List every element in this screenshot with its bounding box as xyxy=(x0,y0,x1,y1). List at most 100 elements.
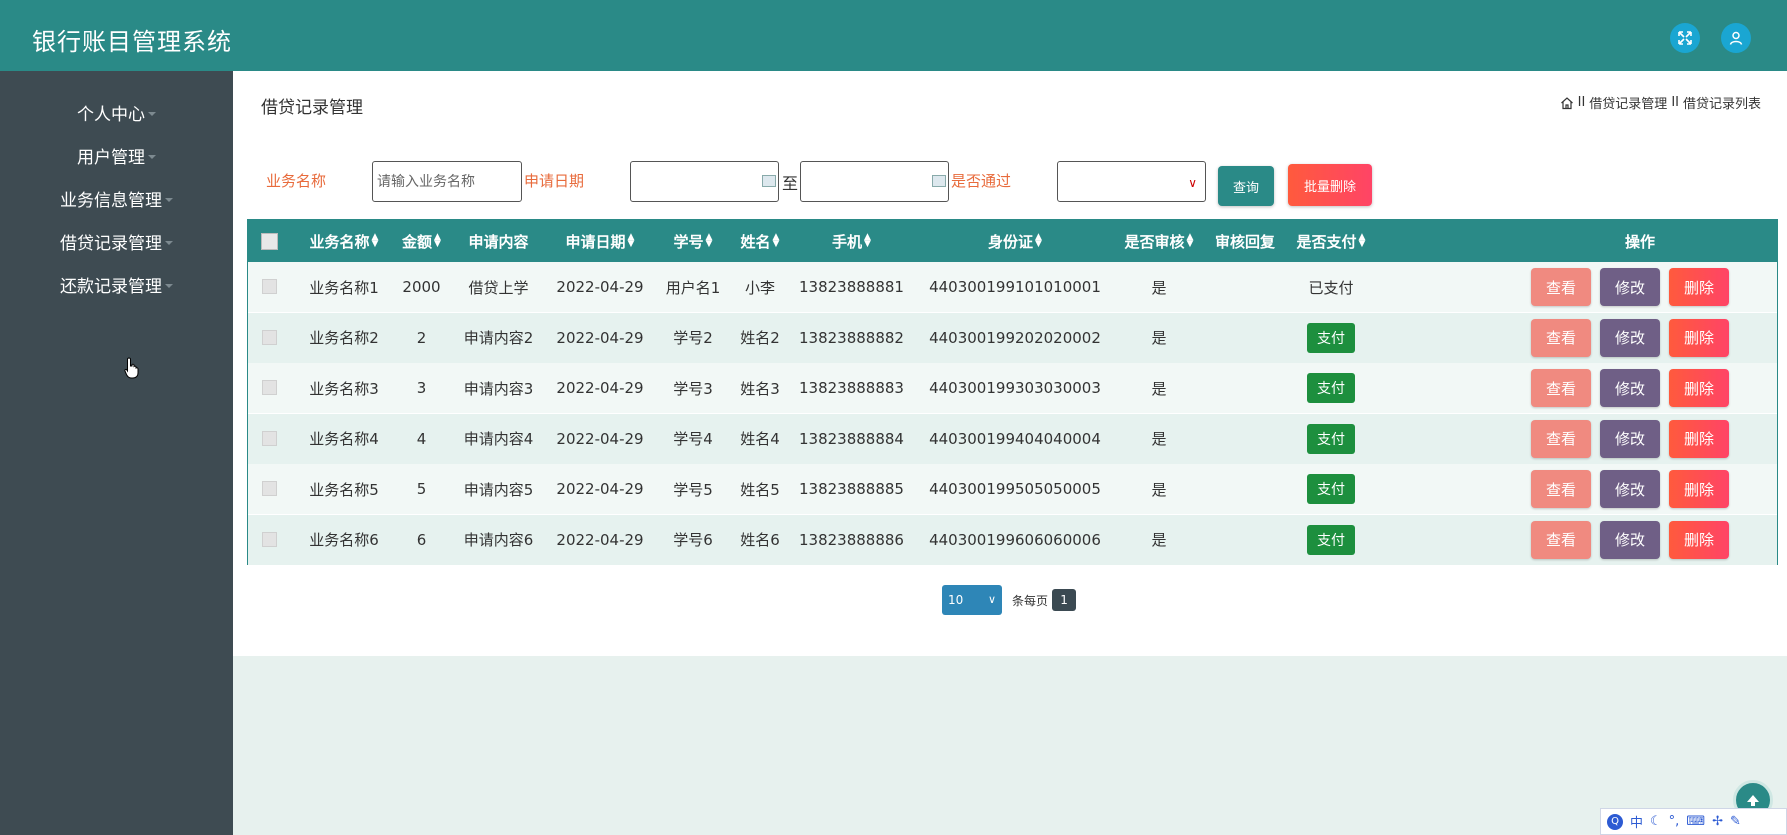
column-header-paid[interactable]: 是否支付 ▲ ▼ xyxy=(1288,220,1374,262)
user-menu-button[interactable] xyxy=(1721,23,1751,53)
sort-icon: ▲ ▼ xyxy=(627,232,635,249)
breadcrumb-item-loan-list[interactable]: 借贷记录列表 xyxy=(1683,93,1761,112)
breadcrumb-item-loan-management[interactable]: 借贷记录管理 xyxy=(1589,93,1667,112)
sort-icon: ▲ ▼ xyxy=(705,232,713,249)
calendar-icon xyxy=(932,175,946,187)
edit-button[interactable]: 修改 xyxy=(1600,419,1660,458)
column-header-reviewed[interactable]: 是否审核 ▲ ▼ xyxy=(1116,220,1202,262)
cell-business-name: 业务名称5 xyxy=(309,480,379,499)
ime-punctuation-toggle[interactable]: °, xyxy=(1669,814,1680,829)
business-name-input[interactable] xyxy=(372,161,522,202)
cell-reviewed: 是 xyxy=(1151,329,1167,347)
apply-date-end-input[interactable] xyxy=(800,161,949,202)
view-button[interactable]: 查看 xyxy=(1531,520,1591,559)
ime-tools-icon[interactable]: ✢ xyxy=(1712,814,1723,829)
ime-logo-icon[interactable]: Q xyxy=(1607,813,1623,830)
arrow-up-icon xyxy=(1747,795,1759,806)
column-header-review-reply: 审核回复 xyxy=(1214,232,1275,251)
edit-button[interactable]: 修改 xyxy=(1600,470,1660,508)
passed-select[interactable]: ∨ xyxy=(1057,161,1206,202)
keyboard-icon[interactable]: ⌨ xyxy=(1686,814,1705,829)
view-button[interactable]: 查看 xyxy=(1531,268,1591,306)
sort-icon: ▲ ▼ xyxy=(772,232,780,249)
delete-button[interactable]: 删除 xyxy=(1669,419,1729,458)
date-range-separator: 至 xyxy=(782,174,799,193)
cell-name: 姓名4 xyxy=(740,430,780,448)
cell-paid: 已支付 xyxy=(1308,278,1354,297)
pay-button[interactable]: 支付 xyxy=(1307,474,1355,504)
column-header-name[interactable]: 姓名 ▲ ▼ xyxy=(731,220,789,262)
cell-id-card: 440300199101010001 xyxy=(929,278,1101,296)
delete-button[interactable]: 删除 xyxy=(1669,318,1729,357)
row-checkbox[interactable] xyxy=(262,430,277,446)
sidebar-item-business-info[interactable]: 业务信息管理 xyxy=(0,178,233,218)
fullscreen-button[interactable] xyxy=(1670,23,1700,53)
cell-student-id: 学号6 xyxy=(673,531,713,549)
pay-button[interactable]: 支付 xyxy=(1307,423,1355,454)
edit-button[interactable]: 修改 xyxy=(1600,369,1660,407)
cell-paid: 支付 xyxy=(1288,363,1374,413)
view-button[interactable]: 查看 xyxy=(1531,369,1591,407)
sidebar-item-repayment-records[interactable]: 还款记录管理 xyxy=(0,264,233,304)
row-checkbox[interactable] xyxy=(262,481,277,496)
row-checkbox[interactable] xyxy=(262,380,277,395)
cell-reviewed: 是 xyxy=(1151,278,1167,297)
page-number-current[interactable]: 1 xyxy=(1052,589,1077,611)
delete-button[interactable]: 删除 xyxy=(1669,520,1729,559)
cell-phone: 13823888884 xyxy=(799,429,904,448)
cell-phone: 13823888883 xyxy=(799,379,904,397)
cell-id-card: 440300199202020002 xyxy=(929,328,1101,347)
delete-button[interactable]: 删除 xyxy=(1669,268,1729,306)
cell-amount: 5 xyxy=(416,480,427,498)
pagination: 10 ∨ 条每页 1 xyxy=(942,585,1077,615)
column-header-apply-date[interactable]: 申请日期 ▲ ▼ xyxy=(545,220,655,262)
column-header-student-id[interactable]: 学号 ▲ ▼ xyxy=(655,220,731,262)
pay-button[interactable]: 支付 xyxy=(1307,524,1355,555)
view-button[interactable]: 查看 xyxy=(1531,318,1591,357)
cell-amount: 2 xyxy=(416,328,427,347)
cell-review-reply xyxy=(1202,515,1288,565)
chevron-down-icon: ∨ xyxy=(987,593,996,606)
row-checkbox[interactable] xyxy=(262,531,277,547)
pay-button[interactable]: 支付 xyxy=(1307,373,1355,403)
column-header-phone[interactable]: 手机 ▲ ▼ xyxy=(789,220,914,262)
cell-apply-date: 2022-04-29 xyxy=(556,530,644,549)
sidebar-item-user-management[interactable]: 用户管理 xyxy=(0,135,233,175)
view-button[interactable]: 查看 xyxy=(1531,419,1591,458)
batch-delete-button[interactable]: 批量删除 xyxy=(1288,164,1372,206)
delete-button[interactable]: 删除 xyxy=(1669,369,1729,407)
home-icon[interactable] xyxy=(1560,96,1574,110)
row-checkbox[interactable] xyxy=(262,329,277,345)
sort-icon: ▲ ▼ xyxy=(434,232,441,249)
wrench-icon[interactable]: ✎ xyxy=(1730,814,1741,829)
apply-date-start-input[interactable] xyxy=(630,161,779,202)
column-header-amount[interactable]: 金额 ▲ ▼ xyxy=(391,220,452,262)
pay-button[interactable]: 支付 xyxy=(1307,322,1355,353)
sidebar-item-loan-records[interactable]: 借贷记录管理 xyxy=(0,221,233,261)
edit-button[interactable]: 修改 xyxy=(1600,268,1660,306)
ime-language-toggle[interactable]: 中 xyxy=(1630,812,1643,831)
delete-button[interactable]: 删除 xyxy=(1669,470,1729,508)
row-checkbox[interactable] xyxy=(262,279,277,294)
cell-reviewed: 是 xyxy=(1151,480,1167,499)
cell-business-name: 业务名称6 xyxy=(309,531,379,549)
column-header-id-card[interactable]: 身份证 ▲ ▼ xyxy=(914,220,1116,262)
per-page-label: 条每页 xyxy=(1012,593,1049,608)
select-all-checkbox[interactable] xyxy=(261,233,278,250)
cell-review-reply xyxy=(1202,464,1288,514)
cell-student-id: 学号2 xyxy=(673,329,713,347)
cell-review-reply xyxy=(1202,363,1288,413)
page-size-value: 10 xyxy=(948,593,964,607)
query-button[interactable]: 查询 xyxy=(1218,166,1274,206)
page-size-select[interactable]: 10 ∨ xyxy=(942,585,1002,615)
cell-business-name: 业务名称2 xyxy=(309,329,379,347)
moon-icon[interactable]: ☾ xyxy=(1650,814,1662,829)
edit-button[interactable]: 修改 xyxy=(1600,520,1660,559)
cell-reviewed: 是 xyxy=(1151,379,1167,398)
cell-business-name: 业务名称4 xyxy=(309,430,379,448)
view-button[interactable]: 查看 xyxy=(1531,470,1591,508)
edit-button[interactable]: 修改 xyxy=(1600,318,1660,357)
sidebar-item-personal-center[interactable]: 个人中心 xyxy=(0,92,233,132)
column-header-business-name[interactable]: 业务名称 ▲ ▼ xyxy=(297,220,391,262)
cell-name: 姓名3 xyxy=(740,379,780,398)
